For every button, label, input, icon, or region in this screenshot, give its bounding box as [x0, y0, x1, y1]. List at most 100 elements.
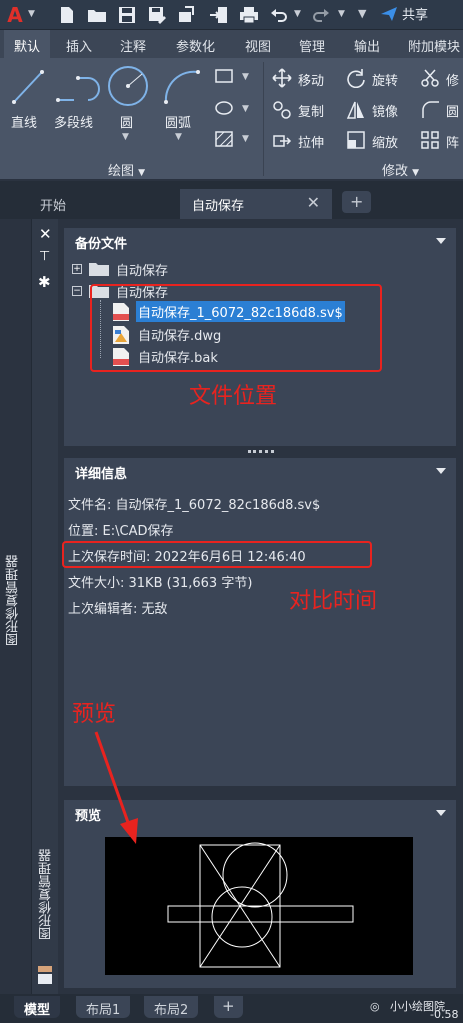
- mirror-label[interactable]: 镜像: [372, 101, 398, 120]
- tab-model[interactable]: 模型: [14, 996, 61, 1018]
- undo-caret-icon[interactable]: ▼: [294, 9, 301, 19]
- tab-layout2[interactable]: 布局2: [144, 996, 199, 1018]
- splitter[interactable]: [64, 446, 456, 458]
- ribbon-tabs: 默认 插入 注释 参数化 视图 管理 输出 附加模块: [0, 30, 463, 58]
- arc-tool-icon[interactable]: [160, 66, 204, 106]
- copy-label[interactable]: 复制: [298, 101, 324, 120]
- tab-insert[interactable]: 插入: [66, 36, 92, 55]
- move-icon[interactable]: [272, 68, 292, 88]
- annotation-arrow-icon: [94, 731, 138, 844]
- close-palette-icon[interactable]: ✕: [39, 225, 52, 243]
- tab-output[interactable]: 输出: [354, 36, 380, 55]
- fillet-icon[interactable]: [420, 100, 440, 120]
- layout-tabs: 模型 布局1 布局2 + ◎ 小小绘图院 -0.58: [0, 994, 463, 1023]
- collapse-details-icon[interactable]: [436, 468, 446, 474]
- rectangle-caret-icon[interactable]: ▼: [242, 72, 249, 82]
- new-layout-icon[interactable]: +: [214, 996, 243, 1018]
- print-icon[interactable]: [238, 4, 260, 26]
- palette-titlebar: ✕ ⊤ ✱ 图形修复管理器: [31, 219, 58, 994]
- collapse-preview-icon[interactable]: [436, 810, 446, 816]
- last-saved-highlight: [62, 541, 372, 568]
- send-icon: [381, 6, 397, 21]
- collapse-icon[interactable]: −: [72, 286, 82, 296]
- file-tabs: 开始 自动保存 ✕ +: [0, 181, 463, 219]
- circle-tool-label[interactable]: 圆: [120, 112, 133, 131]
- tab-manage[interactable]: 管理: [299, 36, 325, 55]
- palette-title-vertical: 图形修复管理器: [39, 849, 54, 940]
- app-menu-caret-icon[interactable]: ▼: [28, 9, 35, 19]
- tab-view[interactable]: 视图: [245, 36, 271, 55]
- mirror-icon[interactable]: [346, 100, 366, 120]
- details-header[interactable]: 详细信息: [64, 458, 456, 486]
- hatch-tool-icon[interactable]: [214, 130, 234, 148]
- new-tab-icon[interactable]: +: [342, 191, 372, 213]
- tab-default[interactable]: 默认: [4, 30, 51, 58]
- tab-start[interactable]: 开始: [28, 189, 78, 219]
- trim-label[interactable]: 修: [446, 70, 459, 89]
- new-file-icon[interactable]: [56, 4, 78, 26]
- modify-panel-title[interactable]: 修改 ▼: [382, 160, 419, 179]
- array-label[interactable]: 阵: [446, 132, 459, 151]
- arc-caret-icon[interactable]: ▼: [175, 132, 182, 142]
- draw-panel-label: 绘图: [108, 164, 135, 179]
- save-icon[interactable]: [116, 4, 138, 26]
- scale-label[interactable]: 缩放: [372, 132, 398, 151]
- cloud-open-icon[interactable]: [176, 4, 198, 26]
- circle-tool-icon[interactable]: [106, 64, 150, 108]
- pin-icon[interactable]: ⊤: [39, 249, 50, 264]
- tab-parametric[interactable]: 参数化: [176, 36, 215, 55]
- rotate-icon[interactable]: [346, 68, 366, 88]
- hatch-caret-icon[interactable]: ▼: [242, 134, 249, 144]
- move-label[interactable]: 移动: [298, 70, 324, 89]
- tab-annotate[interactable]: 注释: [120, 36, 146, 55]
- redo-icon[interactable]: [310, 4, 332, 26]
- collapse-backup-icon[interactable]: [436, 238, 446, 244]
- close-tab-icon[interactable]: ✕: [307, 193, 320, 212]
- save-as-icon[interactable]: [146, 4, 168, 26]
- properties-gear-icon[interactable]: ✱: [38, 273, 51, 291]
- fillet-label[interactable]: 圆: [446, 101, 459, 120]
- wechat-icon: ◎: [370, 1000, 380, 1013]
- ribbon-panel: 直线 多段线 圆 ▼ 圆弧 ▼ ▼ ▼ ▼ 绘图 ▼ 移动 旋转 修 复制 镜像…: [0, 58, 463, 180]
- ellipse-caret-icon[interactable]: ▼: [242, 104, 249, 114]
- undo-icon[interactable]: [268, 4, 290, 26]
- file-location-highlight: [90, 284, 382, 372]
- share-button[interactable]: 共享: [380, 4, 428, 23]
- expand-icon[interactable]: +: [72, 264, 82, 274]
- coordinate-readout: -0.58: [430, 1008, 459, 1021]
- open-folder-icon[interactable]: [86, 4, 108, 26]
- draw-panel-title[interactable]: 绘图 ▼: [108, 160, 145, 179]
- splitter-grip-icon[interactable]: [248, 450, 274, 453]
- detail-location: 位置: E:\CAD保存: [68, 524, 174, 539]
- backup-files-header[interactable]: 备份文件: [64, 228, 456, 256]
- tree-item[interactable]: 自动保存: [116, 260, 168, 279]
- app-logo[interactable]: A: [4, 3, 26, 27]
- tab-layout1[interactable]: 布局1: [76, 996, 131, 1018]
- stretch-label[interactable]: 拉伸: [298, 132, 324, 151]
- redo-caret-icon[interactable]: ▼: [338, 9, 345, 19]
- polyline-tool-icon[interactable]: [54, 66, 100, 106]
- detail-filename: 文件名: 自动保存_1_6072_82c186d8.sv$: [68, 498, 321, 513]
- arc-tool-label[interactable]: 圆弧: [165, 112, 191, 131]
- copy-icon[interactable]: [272, 100, 292, 120]
- tab-autosave[interactable]: 自动保存 ✕: [180, 189, 332, 219]
- rectangle-tool-icon[interactable]: [214, 68, 234, 84]
- detail-file-size: 文件大小: 31KB (31,663 字节): [68, 576, 253, 591]
- line-tool-icon[interactable]: [10, 66, 46, 106]
- line-tool-label[interactable]: 直线: [11, 112, 37, 131]
- palette-icon: [38, 966, 52, 984]
- title-bar: A ▼ ▼ ▼ ▼ 共享: [0, 0, 463, 30]
- quick-access-dropdown-icon[interactable]: ▼: [358, 7, 366, 20]
- scale-icon[interactable]: [346, 130, 366, 150]
- tab-addins[interactable]: 附加模块: [408, 36, 460, 55]
- stretch-icon[interactable]: [272, 130, 292, 150]
- polyline-tool-label[interactable]: 多段线: [54, 112, 93, 131]
- circle-caret-icon[interactable]: ▼: [122, 132, 129, 142]
- array-icon[interactable]: [420, 130, 440, 150]
- export-icon[interactable]: [208, 4, 230, 26]
- rotate-label[interactable]: 旋转: [372, 70, 398, 89]
- ellipse-tool-icon[interactable]: [214, 100, 234, 116]
- folder-icon: [89, 263, 109, 276]
- trim-icon[interactable]: [420, 68, 440, 88]
- detail-last-editor: 上次编辑者: 无敌: [68, 602, 168, 617]
